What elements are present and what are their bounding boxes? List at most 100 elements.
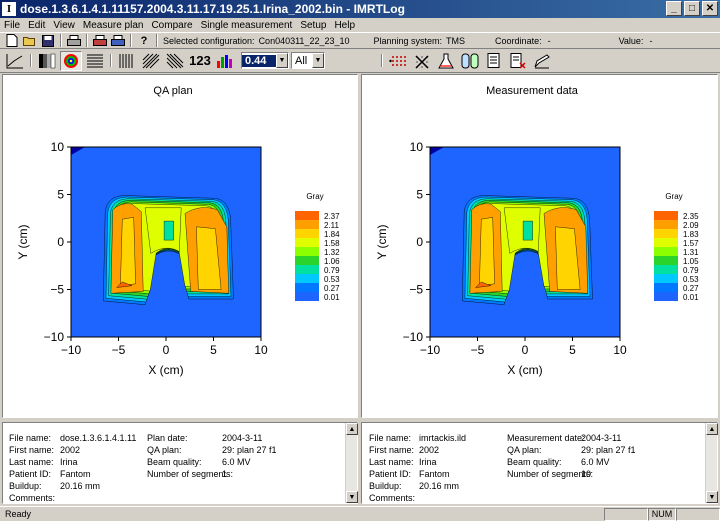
diagonal-lines-icon[interactable] bbox=[140, 51, 162, 71]
legend-value: 1.31 bbox=[683, 248, 699, 257]
y-tick-label: −5 bbox=[409, 283, 423, 297]
beam-quality-label: Beam quality: bbox=[147, 457, 202, 467]
legend-value: 0.53 bbox=[683, 275, 699, 284]
level-combo[interactable]: 0.44 ▼ bbox=[241, 52, 289, 69]
legend-value: 0.79 bbox=[683, 266, 699, 275]
print-icon[interactable] bbox=[66, 34, 82, 48]
help-icon[interactable]: ? bbox=[136, 34, 152, 48]
legend-swatch bbox=[295, 274, 319, 283]
flask-icon[interactable] bbox=[435, 51, 457, 71]
dose-hot-region bbox=[479, 217, 495, 286]
x-tick-label: −10 bbox=[420, 343, 441, 357]
legend-swatch bbox=[654, 238, 678, 247]
info-scrollbar[interactable]: ▲ ▼ bbox=[705, 423, 718, 503]
diagonal-lines-alt-icon[interactable] bbox=[164, 51, 186, 71]
print-compare-icon[interactable] bbox=[110, 34, 126, 48]
line-profile-icon[interactable] bbox=[4, 51, 26, 71]
y-tick-label: 10 bbox=[51, 140, 65, 154]
qa-plan-dose-map[interactable]: −10−10 −5 −5 0 0 5 5 10 10 X (cm) Y (cm) Gray 2.372.… bbox=[3, 75, 357, 417]
legend-value: 0.79 bbox=[324, 266, 340, 275]
qa-plan-info-panel[interactable]: File name: dose.1.3.6.1.4.1.11157 First … bbox=[2, 422, 358, 504]
x-axis-label: X (cm) bbox=[148, 363, 183, 377]
save-icon[interactable] bbox=[40, 34, 56, 48]
scroll-up-icon[interactable]: ▲ bbox=[706, 423, 718, 435]
open-folder-icon[interactable] bbox=[22, 34, 38, 48]
edit-comment-icon[interactable] bbox=[531, 51, 553, 71]
scroll-up-icon[interactable]: ▲ bbox=[346, 423, 358, 435]
chevron-down-icon[interactable]: ▼ bbox=[276, 53, 288, 68]
horizontal-lines-icon[interactable] bbox=[84, 51, 106, 71]
y-tick-label: 5 bbox=[57, 188, 64, 202]
legend-swatch bbox=[654, 220, 678, 229]
show-numbers-button[interactable]: 123 bbox=[188, 51, 212, 71]
compare-icon[interactable] bbox=[459, 51, 481, 71]
legend-swatch bbox=[654, 256, 678, 265]
maximize-button[interactable]: □ bbox=[684, 1, 700, 16]
report-icon[interactable] bbox=[483, 51, 505, 71]
measurement-date-label: Measurement date: bbox=[507, 433, 585, 443]
minimize-button[interactable]: _ bbox=[666, 1, 682, 16]
legend-value: 1.06 bbox=[324, 257, 340, 266]
y-tick-label: 0 bbox=[416, 235, 423, 249]
legend-value: 0.01 bbox=[324, 293, 340, 302]
x-tick-label: −5 bbox=[112, 343, 126, 357]
patient-id-label: Patient ID: bbox=[9, 469, 52, 479]
level-combo-value: 0.44 bbox=[242, 54, 276, 67]
plan-date-label: Plan date: bbox=[147, 433, 188, 443]
legend-value: 1.58 bbox=[324, 239, 340, 248]
coordinate-label: Coordinate: bbox=[495, 35, 542, 46]
menu-measure-plan[interactable]: Measure plan bbox=[79, 20, 148, 31]
menu-edit[interactable]: Edit bbox=[24, 20, 49, 31]
plan-date-value: 2004-3-11 bbox=[222, 433, 263, 443]
x-tick-label: −10 bbox=[61, 343, 82, 357]
menu-compare[interactable]: Compare bbox=[147, 20, 196, 31]
dose-mid-region bbox=[503, 207, 541, 254]
x-tick-label: 5 bbox=[210, 343, 217, 357]
delete-report-icon[interactable] bbox=[507, 51, 529, 71]
planning-system-value: TMS bbox=[446, 35, 466, 46]
remove-points-icon[interactable] bbox=[411, 51, 433, 71]
y-tick-label: −5 bbox=[50, 283, 64, 297]
chevron-down-icon[interactable]: ▼ bbox=[312, 53, 324, 68]
new-file-icon[interactable] bbox=[4, 34, 20, 48]
x-axis-label: X (cm) bbox=[507, 363, 542, 377]
qa-plan-panel[interactable]: QA plan −10 −10 −5 −5 0 0 5 5 10 10 X (cm) Y (cm) Gr… bbox=[2, 74, 358, 418]
measurement-info-panel[interactable]: File name: imrtackis.ild First name: 200… bbox=[361, 422, 718, 504]
first-name-value: 2002 bbox=[419, 445, 440, 455]
legend-swatch bbox=[295, 220, 319, 229]
menu-file[interactable]: File bbox=[0, 20, 24, 31]
first-name-label: First name: bbox=[9, 445, 55, 455]
legend-value: 2.37 bbox=[324, 212, 340, 221]
patient-id-value: Fantom bbox=[60, 469, 91, 479]
legend-value: 1.57 bbox=[683, 239, 699, 248]
legend-value: 2.35 bbox=[683, 212, 699, 221]
grid-points-icon[interactable] bbox=[387, 51, 409, 71]
color-map-icon[interactable] bbox=[60, 50, 82, 71]
legend-swatch bbox=[654, 265, 678, 274]
legend-swatch bbox=[654, 292, 678, 301]
patient-id-label: Patient ID: bbox=[369, 469, 412, 479]
measurement-data-panel[interactable]: Measurement data −10 −10 −5 −5 0 0 5 5 10 10 X (cm… bbox=[361, 74, 718, 418]
buildup-value: 20.16 mm bbox=[419, 481, 460, 491]
x-tick-label: −5 bbox=[471, 343, 485, 357]
menu-view[interactable]: View bbox=[49, 20, 79, 31]
file-name-value: imrtackis.ild bbox=[419, 433, 467, 443]
print-plan-icon[interactable] bbox=[92, 34, 108, 48]
info-scrollbar[interactable]: ▲ ▼ bbox=[345, 423, 358, 503]
menu-single-measurement[interactable]: Single measurement bbox=[197, 20, 297, 31]
planning-system-label: Planning system: bbox=[373, 35, 443, 46]
bar-chart-icon[interactable] bbox=[214, 51, 236, 71]
menu-setup[interactable]: Setup bbox=[296, 20, 330, 31]
grayscale-icon[interactable] bbox=[36, 51, 58, 71]
close-button[interactable]: ✕ bbox=[702, 1, 718, 16]
segments-value: 10 bbox=[581, 469, 592, 479]
legend-unit: Gray bbox=[665, 192, 682, 201]
title-bar[interactable]: I dose.1.3.6.1.4.1.11157.2004.3.11.17.19… bbox=[0, 0, 720, 18]
vertical-lines-icon[interactable] bbox=[116, 51, 138, 71]
scroll-down-icon[interactable]: ▼ bbox=[706, 491, 718, 503]
scroll-down-icon[interactable]: ▼ bbox=[346, 491, 358, 503]
selected-configuration-label: Selected configuration: bbox=[163, 35, 255, 46]
filter-combo[interactable]: All ▼ bbox=[291, 52, 325, 69]
measurement-dose-map[interactable]: −10−10 −5 −5 0 0 5 5 10 10 X (cm) Y (cm) Gray 2.352.… bbox=[362, 75, 717, 417]
menu-help[interactable]: Help bbox=[330, 20, 359, 31]
